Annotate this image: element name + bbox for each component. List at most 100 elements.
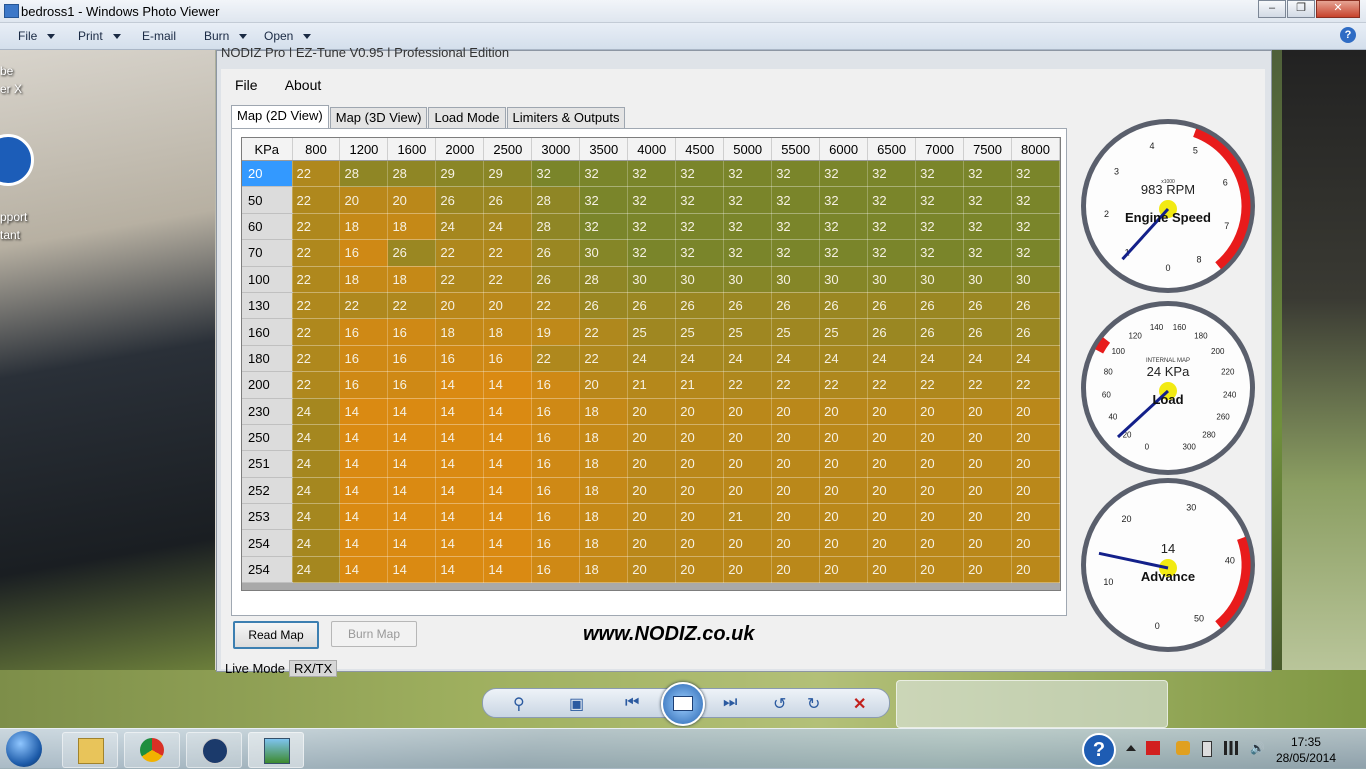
security-icon[interactable] bbox=[1176, 741, 1190, 755]
map-cell[interactable]: 24 bbox=[963, 345, 1013, 373]
map-cell[interactable]: 30 bbox=[867, 266, 917, 293]
map-cell[interactable]: 24 bbox=[819, 345, 869, 373]
kpa-row-header[interactable]: 180 bbox=[242, 345, 293, 373]
map-cell[interactable]: 32 bbox=[771, 186, 821, 214]
map-cell[interactable]: 20 bbox=[1011, 503, 1060, 531]
map-cell[interactable]: 32 bbox=[1011, 239, 1060, 267]
map-cell[interactable]: 20 bbox=[435, 292, 485, 320]
map-cell[interactable]: 20 bbox=[627, 424, 677, 452]
map-cell[interactable]: 28 bbox=[339, 160, 389, 188]
map-cell[interactable]: 20 bbox=[579, 371, 629, 399]
kpa-row-header[interactable]: 200 bbox=[242, 371, 293, 399]
map-cell[interactable]: 30 bbox=[915, 266, 965, 293]
map-cell[interactable]: 24 bbox=[292, 529, 341, 557]
map-cell[interactable]: 30 bbox=[1011, 266, 1060, 293]
map-cell[interactable]: 30 bbox=[675, 266, 725, 293]
map-cell[interactable]: 20 bbox=[1011, 398, 1060, 425]
map-cell[interactable]: 16 bbox=[483, 345, 533, 373]
map-cell[interactable]: 26 bbox=[483, 186, 533, 214]
map-cell[interactable]: 20 bbox=[1011, 556, 1060, 584]
kpa-row-header[interactable]: 254 bbox=[242, 529, 293, 557]
map-cell[interactable]: 28 bbox=[579, 266, 629, 293]
rotate-left-icon[interactable]: ↺ bbox=[773, 694, 786, 714]
map-cell[interactable]: 32 bbox=[627, 186, 677, 214]
map-cell[interactable]: 22 bbox=[435, 239, 485, 267]
map-cell[interactable]: 32 bbox=[867, 160, 917, 188]
map-cell[interactable]: 32 bbox=[915, 186, 965, 214]
map-cell[interactable]: 24 bbox=[435, 213, 485, 241]
map-cell[interactable]: 14 bbox=[387, 503, 437, 531]
map-cell[interactable]: 20 bbox=[963, 477, 1013, 505]
map-cell[interactable]: 22 bbox=[963, 371, 1013, 399]
map-cell[interactable]: 20 bbox=[915, 529, 965, 557]
map-cell[interactable]: 16 bbox=[531, 450, 581, 478]
pdf-icon[interactable] bbox=[1146, 741, 1160, 755]
map-cell[interactable]: 14 bbox=[339, 529, 389, 557]
map-cell[interactable]: 22 bbox=[483, 266, 533, 293]
volume-icon[interactable]: 🔊 bbox=[1250, 741, 1265, 755]
map-cell[interactable]: 32 bbox=[723, 160, 773, 188]
map-cell[interactable]: 32 bbox=[963, 160, 1013, 188]
map-cell[interactable]: 32 bbox=[675, 160, 725, 188]
map-cell[interactable]: 22 bbox=[292, 292, 341, 320]
start-button[interactable] bbox=[6, 731, 42, 767]
map-cell[interactable]: 32 bbox=[1011, 160, 1060, 188]
map-cell[interactable]: 32 bbox=[867, 186, 917, 214]
map-cell[interactable]: 16 bbox=[387, 371, 437, 399]
map-cell[interactable]: 26 bbox=[915, 292, 965, 320]
map-cell[interactable]: 22 bbox=[723, 371, 773, 399]
map-cell[interactable]: 20 bbox=[771, 477, 821, 505]
tab-map-3d[interactable]: Map (3D View) bbox=[329, 107, 428, 128]
map-cell[interactable]: 20 bbox=[819, 503, 869, 531]
map-cell[interactable]: 20 bbox=[867, 398, 917, 425]
map-cell[interactable]: 20 bbox=[1011, 529, 1060, 557]
map-cell[interactable]: 20 bbox=[675, 556, 725, 584]
map-cell[interactable]: 20 bbox=[867, 529, 917, 557]
map-cell[interactable]: 20 bbox=[819, 529, 869, 557]
map-cell[interactable]: 20 bbox=[963, 503, 1013, 531]
map-cell[interactable]: 32 bbox=[771, 213, 821, 241]
close-button[interactable]: ✕ bbox=[1316, 0, 1360, 18]
map-cell[interactable]: 14 bbox=[483, 529, 533, 557]
menu-file[interactable]: File bbox=[18, 29, 56, 43]
map-cell[interactable]: 26 bbox=[963, 292, 1013, 320]
map-cell[interactable]: 14 bbox=[435, 450, 485, 478]
app-menu-about[interactable]: About bbox=[285, 77, 322, 93]
map-cell[interactable]: 30 bbox=[819, 266, 869, 293]
map-cell[interactable]: 24 bbox=[292, 424, 341, 452]
map-cell[interactable]: 20 bbox=[771, 450, 821, 478]
map-cell[interactable]: 24 bbox=[292, 450, 341, 478]
map-cell[interactable]: 26 bbox=[627, 292, 677, 320]
map-cell[interactable]: 30 bbox=[723, 266, 773, 293]
map-cell[interactable]: 22 bbox=[819, 371, 869, 399]
map-cell[interactable]: 18 bbox=[339, 266, 389, 293]
map-cell[interactable]: 22 bbox=[579, 318, 629, 346]
map-cell[interactable]: 32 bbox=[867, 213, 917, 241]
map-cell[interactable]: 14 bbox=[339, 398, 389, 425]
map-cell[interactable]: 32 bbox=[819, 160, 869, 188]
map-cell[interactable]: 18 bbox=[579, 450, 629, 478]
map-cell[interactable]: 20 bbox=[723, 529, 773, 557]
map-cell[interactable]: 22 bbox=[435, 266, 485, 293]
map-cell[interactable]: 16 bbox=[531, 556, 581, 584]
map-cell[interactable]: 14 bbox=[483, 503, 533, 531]
map-cell[interactable]: 18 bbox=[579, 477, 629, 505]
show-hidden-icons[interactable] bbox=[1126, 745, 1136, 751]
map-cell[interactable]: 25 bbox=[819, 318, 869, 346]
map-cell[interactable]: 20 bbox=[915, 398, 965, 425]
map-cell[interactable]: 24 bbox=[292, 398, 341, 425]
map-cell[interactable]: 20 bbox=[963, 450, 1013, 478]
map-cell[interactable]: 22 bbox=[292, 186, 341, 214]
map-cell[interactable]: 16 bbox=[531, 477, 581, 505]
clock[interactable]: 17:35 28/05/2014 bbox=[1276, 734, 1336, 766]
map-cell[interactable]: 32 bbox=[723, 239, 773, 267]
taskbar-photo-viewer[interactable] bbox=[248, 732, 304, 768]
map-cell[interactable]: 20 bbox=[627, 398, 677, 425]
menu-open[interactable]: Open bbox=[264, 29, 312, 43]
map-cell[interactable]: 20 bbox=[723, 477, 773, 505]
map-cell[interactable]: 29 bbox=[435, 160, 485, 188]
map-cell[interactable]: 32 bbox=[915, 239, 965, 267]
map-cell[interactable]: 26 bbox=[1011, 292, 1060, 320]
read-map-button[interactable]: Read Map bbox=[233, 621, 319, 649]
rotate-right-icon[interactable]: ↻ bbox=[807, 694, 820, 714]
